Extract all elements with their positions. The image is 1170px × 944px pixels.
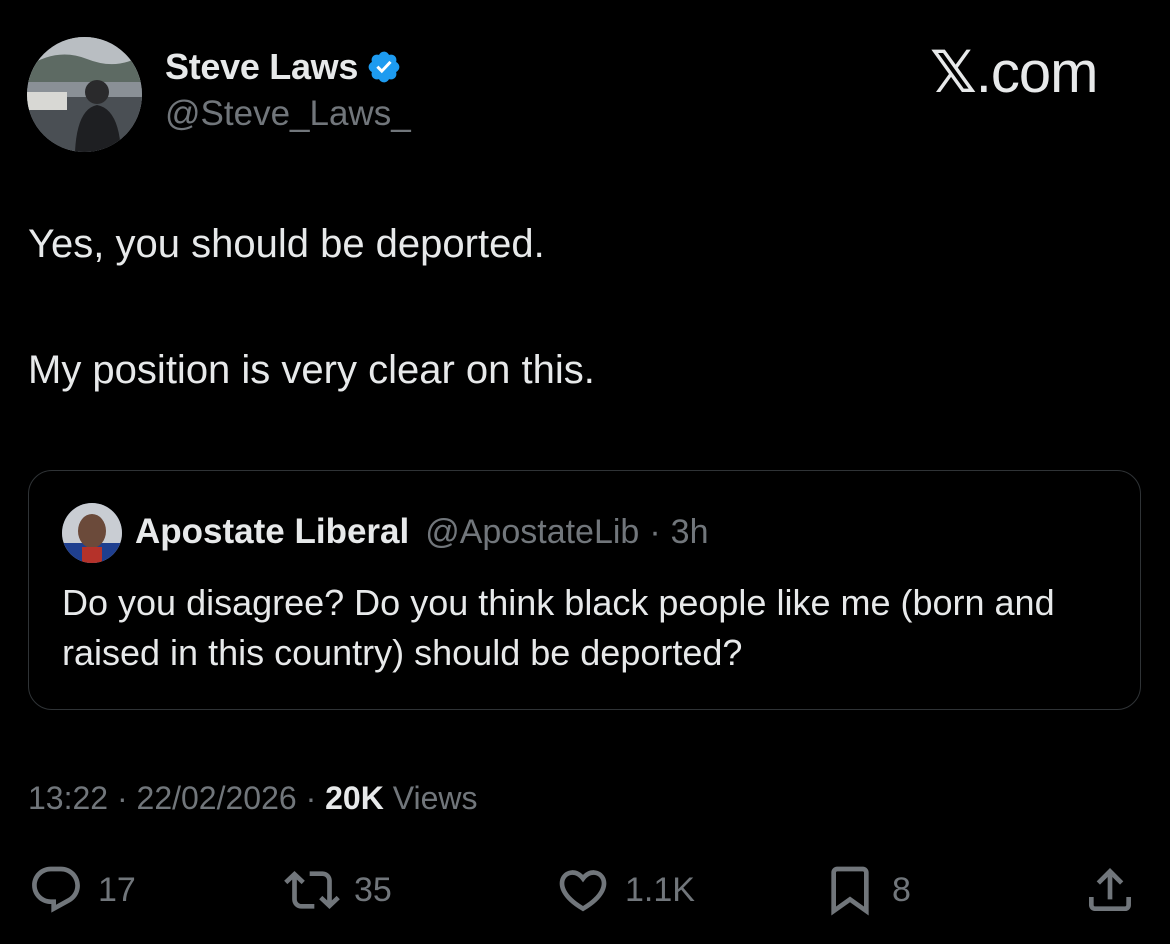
author-avatar[interactable] xyxy=(27,37,142,152)
share-icon xyxy=(1089,868,1131,911)
tweet-text-line-1: Yes, you should be deported. xyxy=(28,222,545,266)
meta-separator: · xyxy=(116,780,128,816)
repost-icon xyxy=(284,871,340,909)
author-handle[interactable]: @Steve_Laws_ xyxy=(165,94,411,134)
repost-button[interactable]: 35 xyxy=(284,862,392,918)
repost-count: 35 xyxy=(354,870,392,909)
quoted-author-avatar[interactable] xyxy=(62,503,122,563)
quoted-tweet-text: Do you disagree? Do you think black peop… xyxy=(62,582,1055,673)
quoted-author-handle[interactable]: @ApostateLib xyxy=(425,513,639,552)
quoted-tweet-header: Apostate Liberal @ApostateLib · 3h xyxy=(135,512,708,552)
quoted-author-name[interactable]: Apostate Liberal xyxy=(135,512,409,552)
bookmark-icon xyxy=(831,866,869,916)
avatar-photo xyxy=(27,37,142,152)
author-name-row[interactable]: Steve Laws xyxy=(165,46,402,88)
like-icon xyxy=(559,870,607,912)
x-logo-icon: 𝕏 xyxy=(930,38,977,106)
reply-count: 17 xyxy=(98,870,136,909)
tweet-text-line-2: My position is very clear on this. xyxy=(28,348,595,392)
views-label: Views xyxy=(392,780,478,816)
reply-icon xyxy=(32,866,80,913)
like-count: 1.1K xyxy=(625,870,695,909)
brand-suffix: .com xyxy=(975,40,1099,105)
brand-watermark: 𝕏.com xyxy=(930,38,1099,106)
author-name[interactable]: Steve Laws xyxy=(165,46,358,88)
tweet-date[interactable]: 22/02/2026 xyxy=(137,780,297,816)
quoted-timestamp[interactable]: 3h xyxy=(671,513,709,552)
views-count: 20K xyxy=(325,780,384,816)
verified-badge-icon xyxy=(368,51,400,83)
quoted-separator: · xyxy=(649,513,661,551)
meta-separator: · xyxy=(305,780,317,816)
share-button[interactable] xyxy=(1082,862,1138,918)
tweet-meta: 13:22 · 22/02/2026 · 20K Views xyxy=(28,780,477,817)
reply-button[interactable]: 17 xyxy=(28,862,136,918)
tweet-time[interactable]: 13:22 xyxy=(28,780,108,816)
like-button[interactable]: 1.1K xyxy=(555,862,695,918)
bookmark-count: 8 xyxy=(892,870,911,909)
quoted-avatar-photo xyxy=(62,503,122,563)
bookmark-button[interactable]: 8 xyxy=(822,862,911,918)
